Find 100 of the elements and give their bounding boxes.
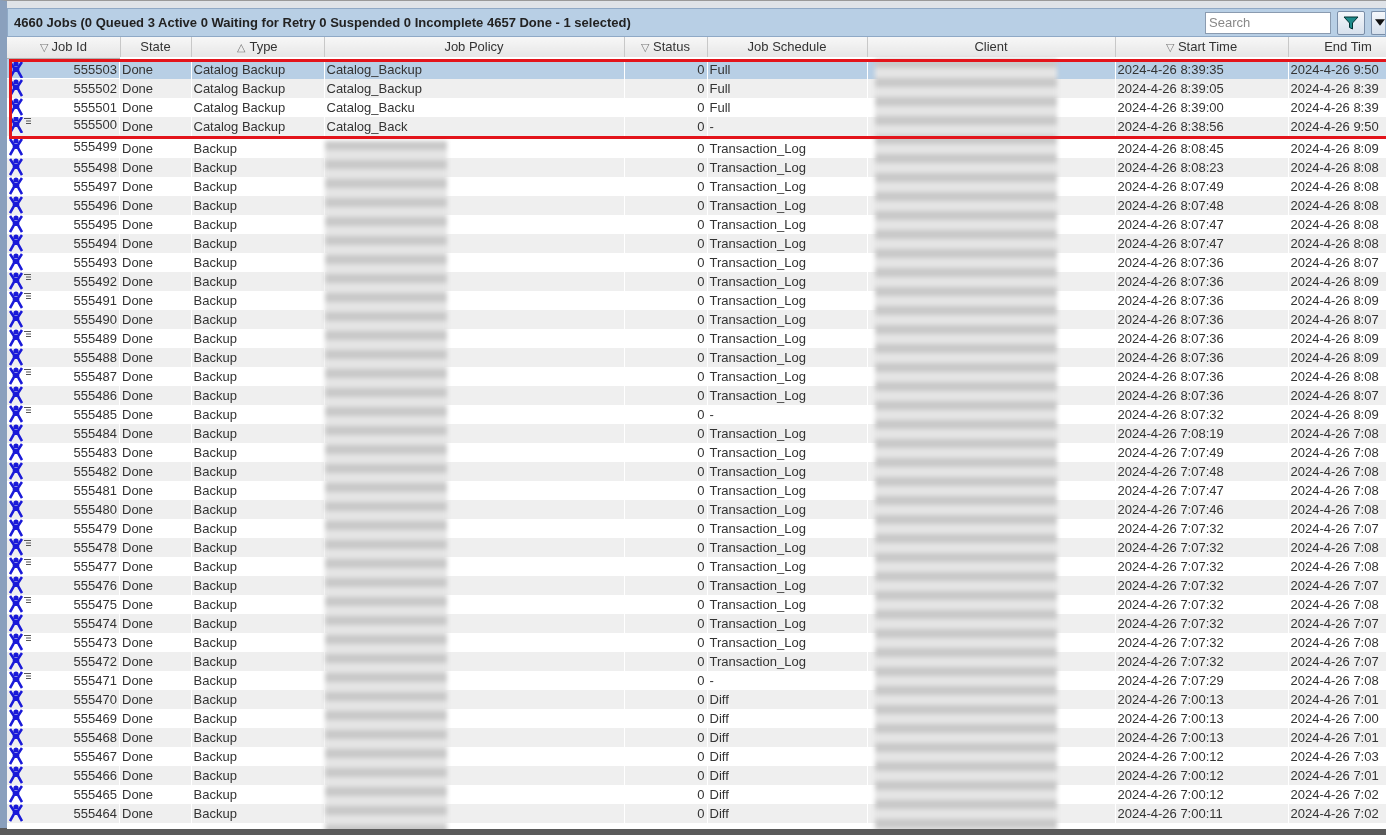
table-cell-text: 555492 (73, 272, 117, 291)
column-header[interactable]: ▽ Status (624, 37, 707, 58)
column-header[interactable]: Job Policy (324, 37, 624, 58)
table-cell: 2024-4-26 7:07:32 (1117, 577, 1224, 593)
table-cell: Backup (193, 729, 237, 745)
column-header[interactable]: End Tim (1288, 37, 1386, 58)
table-cell: Backup (193, 482, 237, 498)
table-cell: 0 (697, 292, 705, 308)
table-cell: Transaction_Log (709, 330, 806, 346)
column-header[interactable]: ▽ Start Time (1115, 37, 1288, 58)
table-cell: 0 (697, 197, 705, 213)
table-cell: 0 (697, 425, 705, 441)
table-cell: 2024-4-26 7:07:32 (1117, 653, 1224, 669)
table-cell: 0 (697, 615, 705, 631)
table-cell-text: 555494 (73, 234, 117, 253)
table-cell: 2024-4-26 8:07 (1290, 387, 1379, 403)
table-cell: 0 (697, 311, 705, 327)
table-cell: Done (122, 539, 154, 555)
table-cell: Backup (193, 501, 237, 517)
table-cell: Backup (193, 273, 237, 289)
table-cell: Done (122, 368, 154, 384)
table-cell: 0 (697, 406, 705, 422)
table-cell: Backup (193, 672, 237, 688)
table-cell: 2024-4-26 9:50 (1290, 61, 1379, 77)
table-cell: 2024-4-26 8:07:36 (1117, 254, 1224, 270)
table-cell: 2024-4-26 7:07 (1290, 577, 1379, 593)
table-cell: 2024-4-26 8:07:49 (1117, 178, 1224, 194)
table-cell-text: 555475 (73, 595, 117, 614)
filter-button[interactable] (1337, 10, 1365, 35)
table-cell: 2024-4-26 8:08:45 (1117, 140, 1224, 156)
table-cell: 2024-4-26 7:07:32 (1117, 539, 1224, 555)
table-cell: Transaction_Log (709, 254, 806, 270)
table-cell: Done (122, 311, 154, 327)
table-cell: 0 (697, 539, 705, 555)
table-cell-text: 555470 (73, 690, 117, 709)
table-cell-text: 555491 (73, 291, 117, 310)
column-header[interactable]: △ Type (191, 37, 324, 58)
column-label: Status (653, 38, 690, 54)
table-cell: Transaction_Log (709, 273, 806, 289)
column-header[interactable]: State (120, 37, 191, 58)
table-cell: Done (122, 748, 154, 764)
table-cell: Backup (193, 425, 237, 441)
column-header[interactable]: ▽ Job Id (7, 37, 120, 58)
table-cell: 2024-4-26 8:07 (1290, 254, 1379, 270)
table-cell: Done (122, 558, 154, 574)
column-header[interactable]: Job Schedule (707, 37, 867, 58)
table-cell: Diff (709, 729, 729, 745)
table-cell: Transaction_Log (709, 577, 806, 593)
table-cell: 2024-4-26 7:07:32 (1117, 520, 1224, 536)
table-cell: Backup (193, 254, 237, 270)
table-cell: Done (122, 482, 154, 498)
table-cell-text: 555473 (73, 633, 117, 652)
table-cell: 0 (697, 710, 705, 726)
table-cell: 2024-4-26 8:39:00 (1117, 99, 1224, 115)
table-cell: 0 (697, 805, 705, 821)
table-cell: Backup (193, 691, 237, 707)
table-cell: Backup (193, 710, 237, 726)
table-cell: Done (122, 577, 154, 593)
column-label: Type (249, 38, 278, 54)
table-cell: 2024-4-26 7:02 (1290, 805, 1379, 821)
table-cell: 2024-4-26 7:07:46 (1117, 501, 1224, 517)
table-cell-text: 555469 (73, 709, 117, 728)
table-cell: 0 (697, 634, 705, 650)
table-cell: Done (122, 99, 154, 115)
table-cell: Done (122, 178, 154, 194)
table-cell: Transaction_Log (709, 178, 806, 194)
table-cell: 0 (697, 254, 705, 270)
table-cell-text: 555488 (73, 348, 117, 367)
table-cell: 2024-4-26 7:08:19 (1117, 425, 1224, 441)
table-cell: Done (122, 216, 154, 232)
table-cell: 2024-4-26 7:00:13 (1117, 729, 1224, 745)
table-cell: 2024-4-26 7:08 (1290, 596, 1379, 612)
table-cell-text: 555481 (73, 481, 117, 500)
table-cell: 2024-4-26 7:01 (1290, 767, 1379, 783)
table-cell: Done (122, 292, 154, 308)
table-cell: Transaction_Log (709, 634, 806, 650)
table-cell: Backup (193, 292, 237, 308)
table-cell-text: 555486 (73, 386, 117, 405)
table-cell: Diff (709, 691, 729, 707)
table-cell: Backup (193, 387, 237, 403)
table-cell: Backup (193, 311, 237, 327)
table-cell-text: 555472 (73, 652, 117, 671)
table-cell: Catalog_Back (326, 118, 408, 134)
table-cell: Transaction_Log (709, 444, 806, 460)
table-cell: 0 (697, 349, 705, 365)
table-cell: Done (122, 615, 154, 631)
table-cell: Backup (193, 444, 237, 460)
table-cell: 2024-4-26 7:08 (1290, 672, 1379, 688)
caret-icon (1375, 19, 1385, 26)
table-cell: 2024-4-26 8:39:35 (1117, 61, 1224, 77)
table-cell-text: 555501 (73, 98, 117, 117)
column-header[interactable]: Client (867, 37, 1115, 58)
table-cell: 2024-4-26 7:00:11 (1117, 805, 1223, 821)
table-cell: 0 (697, 80, 705, 96)
search-field[interactable]: Search (1205, 11, 1331, 34)
dropdown-button[interactable] (1371, 10, 1385, 35)
table-cell: Backup (193, 197, 237, 213)
table-cell: 2024-4-26 8:09 (1290, 292, 1379, 308)
table-cell: Transaction_Log (709, 387, 806, 403)
table-cell: 0 (697, 273, 705, 289)
